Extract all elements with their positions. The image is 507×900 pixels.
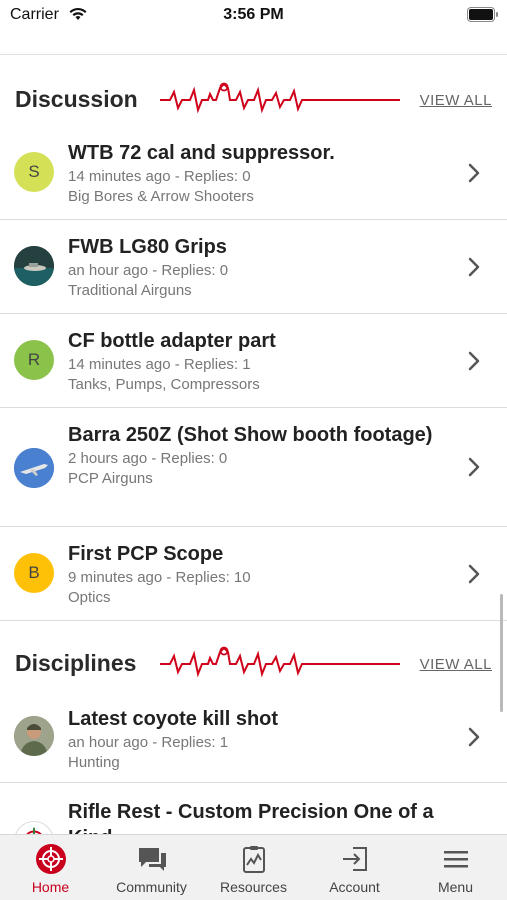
tab-label: Home [31, 879, 70, 895]
thread-forum: Traditional Airguns [68, 282, 192, 299]
avatar [14, 821, 54, 834]
avatar-letter: S [28, 162, 40, 181]
discussion-list-item[interactable]: R CF bottle adapter part 14 minutes ago … [0, 314, 507, 408]
discussion-section-header: Discussion VIEW ALL [0, 78, 507, 118]
status-bar: Carrier 3:56 PM [0, 0, 507, 32]
avatar: S [14, 152, 54, 192]
chevron-right-icon [468, 727, 480, 747]
thread-title: Latest coyote kill shot [68, 708, 279, 730]
thread-forum: Optics [68, 589, 111, 606]
tab-bar: Home Community Resources Account Menu [0, 834, 507, 900]
discipline-list-item[interactable]: Rifle Rest - Custom Precision One of a K… [0, 783, 507, 834]
discipline-list-item[interactable]: Latest coyote kill shot an hour ago - Re… [0, 690, 507, 783]
tab-community[interactable]: Community [101, 835, 202, 900]
photo-person-icon [14, 716, 54, 756]
thread-forum: Hunting [68, 754, 120, 771]
thread-meta: 2 hours ago - Replies: 0 [68, 450, 228, 467]
tab-account[interactable]: Account [304, 835, 405, 900]
discussion-list-item[interactable]: FWB LG80 Grips an hour ago - Replies: 0 … [0, 220, 507, 314]
hamburger-icon [443, 851, 468, 868]
scrollbar[interactable] [500, 594, 503, 712]
tab-menu[interactable]: Menu [405, 835, 506, 900]
photo-boat-water-icon [14, 246, 54, 286]
avatar [14, 246, 54, 286]
tab-resources[interactable]: Resources [203, 835, 304, 900]
disciplines-view-all-link[interactable]: VIEW ALL [420, 656, 492, 673]
disciplines-section-header: Disciplines VIEW ALL [0, 642, 507, 682]
chevron-right-icon [468, 163, 480, 183]
thread-title: WTB 72 cal and suppressor. [68, 142, 335, 164]
thread-meta: an hour ago - Replies: 1 [68, 734, 229, 751]
heartbeat-line-icon [160, 646, 400, 678]
chat-bubbles-icon [138, 848, 166, 871]
home-feed[interactable]: Discussion VIEW ALL S WTB 72 cal and sup… [0, 32, 507, 834]
thread-title: Barra 250Z (Shot Show booth footage) [68, 424, 433, 446]
discussion-list-item[interactable]: Barra 250Z (Shot Show booth footage) 2 h… [0, 408, 507, 527]
discussion-list-item[interactable]: B First PCP Scope 9 minutes ago - Replie… [0, 527, 507, 621]
tab-label: Account [329, 879, 380, 895]
chevron-right-icon [468, 457, 480, 477]
avatar: R [14, 340, 54, 380]
heartbeat-line-icon [160, 82, 400, 114]
chevron-right-icon [468, 351, 480, 371]
thread-meta: an hour ago - Replies: 0 [68, 262, 229, 279]
tab-label: Community [116, 879, 187, 895]
tab-label: Resources [220, 879, 287, 895]
discussion-view-all-link[interactable]: VIEW ALL [420, 92, 492, 109]
photo-airplane-icon [14, 448, 54, 488]
chevron-right-icon [468, 257, 480, 277]
thread-title: Rifle Rest - Custom Precision One of a K… [68, 801, 434, 834]
section-title: Discussion [15, 86, 138, 112]
tab-label: Menu [437, 879, 474, 895]
tab-home[interactable]: Home [0, 835, 101, 900]
thread-title: First PCP Scope [68, 543, 224, 565]
clock: 3:56 PM [223, 6, 284, 23]
crosshair-icon [35, 844, 66, 874]
clipboard-chart-icon [242, 846, 265, 873]
avatar-letter: B [28, 563, 40, 582]
avatar: B [14, 553, 54, 593]
thread-meta: 14 minutes ago - Replies: 1 [68, 356, 251, 373]
thread-title: FWB LG80 Grips [68, 236, 227, 258]
thread-meta: 14 minutes ago - Replies: 0 [68, 168, 251, 185]
chevron-right-icon [468, 564, 480, 584]
thread-meta: 9 minutes ago - Replies: 10 [68, 569, 251, 586]
thread-forum: Tanks, Pumps, Compressors [68, 376, 260, 393]
crosshair-logo-icon [26, 827, 42, 834]
thread-title: CF bottle adapter part [68, 330, 276, 352]
discussion-list-item[interactable]: S WTB 72 cal and suppressor. 14 minutes … [0, 126, 507, 220]
sign-in-icon [342, 847, 367, 871]
avatar-letter: R [27, 350, 41, 369]
avatar [14, 716, 54, 756]
divider [0, 54, 507, 55]
thread-forum: Big Bores & Arrow Shooters [68, 188, 254, 205]
avatar [14, 448, 54, 488]
thread-forum: PCP Airguns [68, 470, 153, 487]
section-title: Disciplines [15, 650, 137, 676]
battery-icon [467, 7, 498, 22]
